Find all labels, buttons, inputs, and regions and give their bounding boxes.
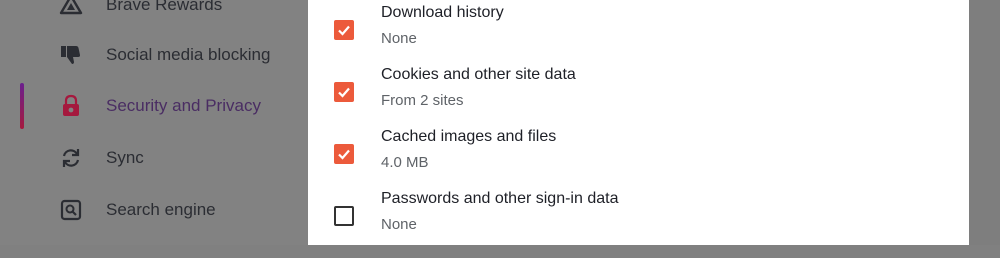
option-detail: From 2 sites	[381, 92, 464, 109]
sync-arrows-icon	[59, 146, 83, 170]
option-title: Download history	[381, 4, 504, 21]
sidebar-item-social-media-blocking[interactable]: Social media blocking	[0, 35, 308, 75]
option-title: Cookies and other site data	[381, 66, 576, 83]
search-engine-icon	[59, 198, 83, 222]
clear-browsing-data-dialog: Download history None Cookies and other …	[308, 0, 969, 245]
checkmark-icon	[338, 87, 350, 98]
sidebar-item-brave-rewards[interactable]: Brave Rewards	[0, 0, 308, 25]
checkmark-icon	[338, 25, 350, 36]
sidebar-item-label: Brave Rewards	[106, 0, 223, 14]
checkmark-icon	[338, 149, 350, 160]
sidebar-item-sync[interactable]: Sync	[0, 138, 308, 178]
lock-icon	[59, 94, 83, 118]
cached-images-checkbox[interactable]	[334, 144, 354, 164]
option-title: Cached images and files	[381, 128, 557, 145]
sidebar-item-label: Search engine	[106, 200, 216, 219]
brave-rewards-triangle-icon	[59, 0, 83, 17]
sidebar-item-search-engine[interactable]: Search engine	[0, 190, 308, 230]
option-detail: 4.0 MB	[381, 154, 429, 171]
sidebar-item-label: Sync	[106, 148, 144, 167]
option-title: Passwords and other sign-in data	[381, 190, 619, 207]
sidebar-item-security-and-privacy[interactable]: Security and Privacy	[0, 86, 308, 126]
modal-backdrop	[969, 0, 1000, 245]
option-cookies-and-site-data: Cookies and other site data From 2 sites	[308, 66, 969, 134]
thumbs-down-icon	[59, 43, 83, 67]
sidebar-item-label: Social media blocking	[106, 45, 271, 64]
option-passwords-and-sign-in-data: Passwords and other sign-in data None	[308, 190, 969, 258]
cookies-checkbox[interactable]	[334, 82, 354, 102]
option-detail: None	[381, 30, 417, 47]
settings-sidebar: Brave Rewards Social media blocking Secu…	[0, 0, 308, 245]
option-cached-images-and-files: Cached images and files 4.0 MB	[308, 128, 969, 196]
passwords-checkbox[interactable]	[334, 206, 354, 226]
option-download-history: Download history None	[308, 4, 969, 72]
option-detail: None	[381, 216, 417, 233]
sidebar-item-label: Security and Privacy	[106, 96, 261, 115]
download-history-checkbox[interactable]	[334, 20, 354, 40]
